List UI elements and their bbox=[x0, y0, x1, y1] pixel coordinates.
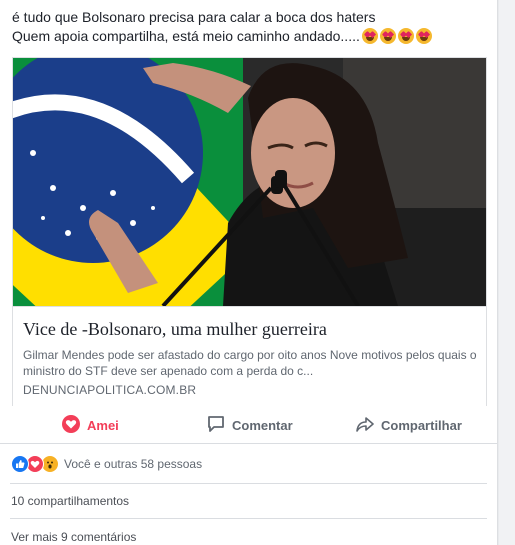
heart-eyes-emoji-icon bbox=[397, 28, 414, 44]
shares-count[interactable]: 10 compartilhamentos bbox=[11, 494, 129, 508]
love-button-label: Amei bbox=[87, 417, 119, 433]
post-card: é tudo que Bolsonaro precisa para calar … bbox=[0, 0, 498, 545]
link-preview-card[interactable]: Vice de -Bolsonaro, uma mulher guerreira… bbox=[12, 57, 487, 406]
divider bbox=[10, 483, 487, 484]
link-preview-meta[interactable]: Vice de -Bolsonaro, uma mulher guerreira… bbox=[13, 306, 486, 406]
post-text-line-1: é tudo que Bolsonaro precisa para calar … bbox=[12, 9, 376, 25]
share-button[interactable]: Compartilhar bbox=[356, 407, 462, 443]
comment-button-label: Comentar bbox=[232, 417, 293, 433]
heart-eyes-emoji-icon bbox=[361, 28, 378, 44]
post-text-line-2: Quem apoia compartilha, está meio caminh… bbox=[12, 28, 360, 44]
post-text: é tudo que Bolsonaro precisa para calar … bbox=[12, 8, 487, 46]
speaker-photo bbox=[13, 58, 486, 306]
like-icon bbox=[11, 455, 29, 473]
comment-icon bbox=[207, 415, 225, 436]
love-icon bbox=[62, 414, 80, 436]
share-icon bbox=[356, 415, 374, 436]
love-button[interactable]: Amei bbox=[62, 407, 119, 443]
reactions-summary[interactable]: Você e outras 58 pessoas bbox=[11, 455, 202, 473]
share-button-label: Compartilhar bbox=[381, 417, 462, 433]
comment-button[interactable]: Comentar bbox=[207, 407, 293, 443]
link-preview-title[interactable]: Vice de -Bolsonaro, uma mulher guerreira bbox=[23, 319, 327, 340]
divider bbox=[10, 518, 487, 519]
view-more-comments-link[interactable]: Ver mais 9 comentários bbox=[11, 530, 136, 544]
heart-eyes-emoji-icon bbox=[415, 28, 432, 44]
action-bar: Amei Comentar Compartilhar bbox=[0, 407, 497, 444]
link-preview-domain: DENUNCIAPOLITICA.COM.BR bbox=[23, 383, 197, 397]
link-preview-image[interactable] bbox=[13, 58, 486, 306]
scrollbar-track[interactable] bbox=[499, 0, 515, 545]
reactions-count[interactable]: Você e outras 58 pessoas bbox=[64, 457, 202, 471]
speaker-face bbox=[251, 98, 335, 208]
link-preview-description: Gilmar Mendes pode ser afastado do cargo… bbox=[23, 348, 477, 378]
heart-eyes-emoji-icon bbox=[379, 28, 396, 44]
